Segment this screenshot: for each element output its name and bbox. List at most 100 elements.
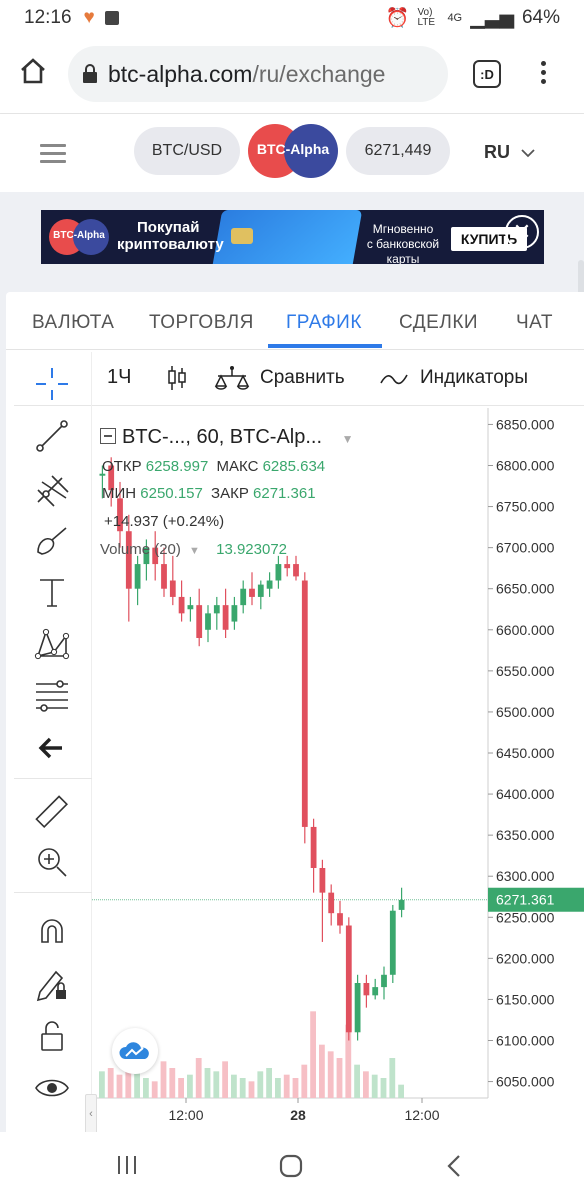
- ruler-icon[interactable]: [32, 792, 72, 832]
- volume-bar: [380, 1078, 387, 1098]
- hamburger-menu-icon[interactable]: [40, 144, 66, 168]
- tab-switcher-button[interactable]: :D: [473, 60, 501, 88]
- legend-high-value: 6285.634: [262, 458, 326, 475]
- volume-bar: [231, 1074, 237, 1098]
- url-host: btc-alpha.com: [108, 60, 253, 87]
- candle-body: [134, 564, 141, 589]
- volume-bar: [354, 1064, 360, 1098]
- compare-icon[interactable]: [214, 364, 250, 394]
- candle-body: [328, 892, 335, 914]
- back-arrow-icon[interactable]: [32, 728, 72, 768]
- candle-body: [178, 596, 185, 614]
- browser-menu-icon[interactable]: [538, 58, 548, 90]
- tab-chat[interactable]: ЧАТ: [516, 312, 553, 334]
- volume-bar: [178, 1078, 184, 1098]
- site-logo[interactable]: BTC-Alpha: [248, 124, 338, 178]
- price-pill: 6271,449: [346, 127, 450, 175]
- compare-button[interactable]: Сравнить: [260, 367, 345, 389]
- legend-open-value: 6258.997: [145, 458, 209, 475]
- price-tick-label: 6750.000: [496, 499, 555, 515]
- eye-icon[interactable]: [32, 1068, 72, 1108]
- legend-close-value: 6271.361: [253, 485, 316, 502]
- volume-dropdown-icon[interactable]: ▼: [189, 545, 200, 557]
- volume-bar: [187, 1074, 193, 1098]
- legend-symbol-row[interactable]: BTC-..., 60, BTC-Alp... ▼: [100, 426, 354, 449]
- promo-banner[interactable]: BTC-Alpha Покупай криптовалюту Мгновенно…: [41, 210, 544, 264]
- banner-headline-line1: Покупай: [137, 219, 200, 236]
- magnet-icon[interactable]: [32, 912, 72, 952]
- candle-body: [161, 564, 167, 589]
- pair-selector[interactable]: BTC/USD: [134, 127, 240, 175]
- lock-icon[interactable]: [82, 64, 98, 84]
- legend-volume-value: 13.923072: [216, 541, 288, 558]
- legend-ohlc-row-1: ОТКР 6258.997 МАКС 6285.634: [102, 458, 325, 475]
- candle-body: [240, 588, 247, 606]
- banner-headline-line2: криптовалюту: [117, 236, 224, 253]
- volume-bar: [292, 1078, 299, 1098]
- url-text[interactable]: btc-alpha.com/ru/exchange: [108, 61, 385, 88]
- indicators-icon[interactable]: [380, 372, 408, 386]
- tab-chart[interactable]: ГРАФИК: [286, 312, 362, 334]
- toolbar-separator: [14, 892, 92, 893]
- volume-bar: [257, 1071, 264, 1098]
- tab-currency[interactable]: ВАЛЮТА: [32, 312, 114, 334]
- address-bar[interactable]: btc-alpha.com/ru/exchange: [68, 46, 448, 102]
- pattern-tool-icon[interactable]: [32, 624, 72, 664]
- interval-selector[interactable]: 1Ч: [107, 366, 131, 389]
- unlock-icon[interactable]: [32, 1016, 72, 1056]
- candle-body: [196, 605, 203, 638]
- crosshair-icon[interactable]: [32, 364, 72, 404]
- collapse-toolbar-handle[interactable]: ‹: [85, 1094, 97, 1134]
- text-tool-icon[interactable]: [32, 572, 72, 612]
- back-nav-icon[interactable]: [444, 1153, 464, 1179]
- health-icon: ♥: [83, 7, 95, 28]
- pitchfork-icon[interactable]: [32, 468, 72, 508]
- price-tick-label: 6550.000: [496, 663, 555, 679]
- chevron-down-icon: [521, 149, 535, 158]
- candle-body: [125, 531, 132, 589]
- price-tick-label: 6500.000: [496, 704, 555, 720]
- collapse-legend-icon[interactable]: [100, 428, 116, 444]
- legend-high-label: МАКС: [216, 458, 259, 475]
- price-axis-bg: [488, 408, 584, 1132]
- volume-bar: [266, 1068, 272, 1098]
- url-path: /ru/exchange: [252, 60, 386, 87]
- volume-bar: [160, 1061, 167, 1098]
- candle-body: [310, 826, 317, 868]
- legend-low-label: МИН: [102, 485, 137, 502]
- volume-bar: [310, 1011, 316, 1098]
- active-tab-indicator: [268, 344, 382, 348]
- language-selector[interactable]: RU: [484, 142, 535, 163]
- candle-body: [293, 564, 299, 577]
- volume-bar: [371, 1074, 378, 1098]
- chart-toolbar: 1Ч Сравнить Индикаторы: [14, 352, 584, 406]
- banner-subtitle-line1: Мгновенно: [372, 222, 434, 236]
- volume-bar: [336, 1058, 343, 1098]
- home-button[interactable]: [18, 56, 48, 91]
- indicators-button[interactable]: Индикаторы: [420, 367, 528, 389]
- draw-lock-icon[interactable]: [32, 964, 72, 1004]
- candlestick-type-icon[interactable]: [166, 364, 188, 392]
- fib-retracement-icon[interactable]: [32, 676, 72, 716]
- time-tick-label: 12:00: [168, 1107, 203, 1123]
- legend-dropdown-icon[interactable]: ▼: [342, 432, 354, 446]
- trend-line-icon[interactable]: [32, 416, 72, 456]
- time-tick-label: 28: [290, 1107, 306, 1123]
- browser-toolbar: btc-alpha.com/ru/exchange :D: [0, 36, 584, 114]
- home-nav-icon[interactable]: [278, 1153, 304, 1179]
- tab-deals[interactable]: СДЕЛКИ: [399, 312, 478, 334]
- tab-trading[interactable]: ТОРГОВЛЯ: [149, 312, 254, 334]
- zoom-in-icon[interactable]: [32, 842, 72, 882]
- logo-text: BTC-Alpha: [256, 141, 330, 157]
- exchange-tabs: ВАЛЮТА ТОРГОВЛЯ ГРАФИК СДЕЛКИ ЧАТ: [6, 292, 584, 350]
- alarm-icon: ⏰: [385, 8, 410, 29]
- recent-apps-icon[interactable]: [116, 1154, 138, 1176]
- volume-bar: [319, 1044, 325, 1098]
- brush-icon[interactable]: [32, 520, 72, 560]
- volume-bar: [398, 1084, 404, 1098]
- volume-bar: [213, 1071, 220, 1098]
- volume-bar: [151, 1081, 158, 1098]
- close-banner-icon[interactable]: ✕: [505, 215, 539, 249]
- tradingview-logo[interactable]: [112, 1028, 158, 1074]
- legend-close-label: ЗАКР: [211, 485, 249, 502]
